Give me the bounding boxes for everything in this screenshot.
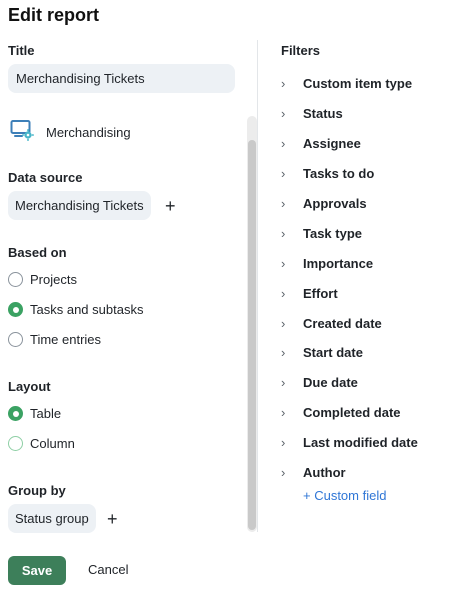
filter-label: Completed date [303,405,401,421]
filter-label: Task type [303,225,363,241]
filter-last-modified-date[interactable]: › Last modified date [281,428,471,458]
column-divider [257,40,258,532]
filter-label: Approvals [303,196,367,211]
filter-completed-date[interactable]: › Completed date [281,398,471,428]
radio-label: Time entries [30,332,102,347]
chevron-right-icon: › [281,345,286,361]
space-row[interactable]: Merchandising [10,119,131,146]
filter-task-type[interactable]: › Task type [281,218,471,248]
filter-importance[interactable]: › Importance [281,248,471,278]
filter-label: Last modified date [303,435,418,451]
radio-button-selected[interactable] [8,302,23,317]
filter-effort[interactable]: › Effort [281,278,471,308]
chevron-right-icon: › [281,106,286,122]
filter-assignee[interactable]: › Assignee [281,129,471,159]
chevron-right-icon: › [281,465,286,481]
add-data-source-button[interactable]: + [165,197,176,215]
data-source-chip[interactable]: Merchandising Tickets [8,191,151,220]
chevron-right-icon: › [281,435,286,451]
filter-due-date[interactable]: › Due date [281,368,471,398]
based-on-label: Based on [8,245,67,260]
add-custom-field-link[interactable]: + Custom field [303,488,386,503]
radio-column[interactable]: Column [8,436,75,451]
filter-tasks-to-do[interactable]: › Tasks to do [281,159,471,189]
filter-label: Created date [303,315,382,331]
cancel-button[interactable]: Cancel [88,562,128,577]
chevron-right-icon: › [281,255,286,271]
filter-label: Tasks to do [303,166,375,182]
radio-label: Column [30,436,75,451]
radio-time-entries[interactable]: Time entries [8,332,101,347]
title-input[interactable] [8,64,235,93]
radio-projects[interactable]: Projects [8,272,77,287]
chevron-right-icon: › [281,375,286,391]
filter-label: Custom item type [303,76,413,92]
chevron-right-icon: › [281,285,286,301]
radio-table[interactable]: Table [8,406,61,421]
title-label: Title [8,43,35,58]
layout-label: Layout [8,379,51,394]
filter-label: Status [303,106,343,122]
filter-created-date[interactable]: › Created date [281,308,471,338]
add-group-by-button[interactable]: + [107,510,118,528]
filter-list: › Custom item type › Status › Assignee › Tas… [281,69,471,487]
filter-label: Due date [303,375,358,391]
filter-author[interactable]: › Author [281,458,471,488]
filters-label: Filters [281,43,321,58]
filter-label: Start date [303,345,363,361]
chevron-right-icon: › [281,405,286,421]
monitor-gear-icon [10,119,35,146]
save-button[interactable]: Save [8,556,66,585]
radio-button[interactable] [8,272,23,287]
radio-label: Table [30,406,62,421]
radio-button[interactable] [8,332,23,347]
filter-label: Author [303,465,346,481]
data-source-label: Data source [8,170,83,185]
radio-tasks-and-subtasks[interactable]: Tasks and subtasks [8,302,143,317]
chevron-right-icon: › [281,166,286,182]
chevron-right-icon: › [281,196,286,211]
radio-label: Tasks and subtasks [30,302,144,317]
space-name: Merchandising [46,125,131,140]
chevron-right-icon: › [281,315,286,331]
scrollbar-thumb[interactable] [248,140,256,530]
filter-label: Effort [303,285,338,301]
filter-label: Assignee [303,136,361,152]
filter-start-date[interactable]: › Start date [281,338,471,368]
filter-custom-item-type[interactable]: › Custom item type [281,69,471,99]
page-title: Edit report [8,5,100,25]
group-by-label: Group by [8,483,66,498]
radio-button[interactable] [8,436,23,451]
filter-status[interactable]: › Status [281,99,471,129]
chevron-right-icon: › [281,136,286,152]
radio-label: Projects [30,272,77,287]
radio-button-selected[interactable] [8,406,23,421]
filter-label: Importance [303,255,374,271]
filter-approvals[interactable]: › Approvals [281,189,471,219]
chevron-right-icon: › [281,76,286,92]
chevron-right-icon: › [281,225,286,241]
group-by-chip[interactable]: Status group [8,504,96,533]
